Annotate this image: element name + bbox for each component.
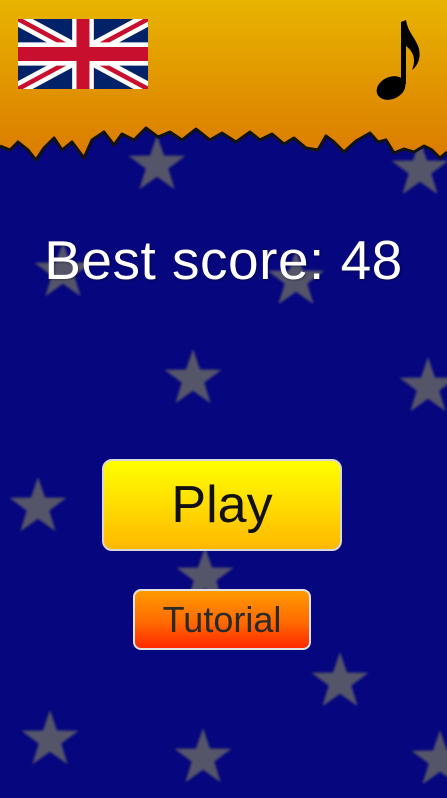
- best-score-text: Best score: 48: [0, 224, 447, 296]
- music-note-icon[interactable]: [372, 18, 422, 102]
- play-button[interactable]: Play: [102, 459, 342, 551]
- game-menu-screen: Best score: 48 Play Tutorial: [0, 0, 447, 798]
- best-score-label: Best score:: [44, 229, 325, 291]
- tutorial-button[interactable]: Tutorial: [133, 589, 311, 650]
- uk-flag-icon[interactable]: [18, 19, 148, 89]
- best-score-value: 48: [340, 229, 403, 291]
